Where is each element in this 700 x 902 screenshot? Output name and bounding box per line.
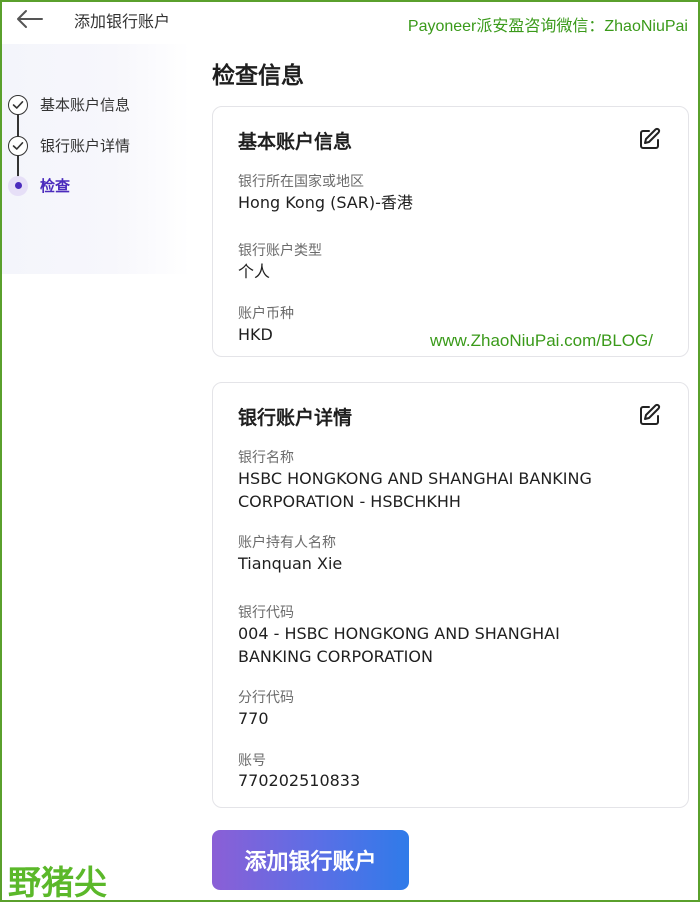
check-icon: [8, 94, 28, 115]
step-label: 基本账户信息: [40, 96, 131, 114]
field-label: 银行账户类型: [238, 243, 322, 259]
edit-bank-details-button[interactable]: [638, 403, 662, 427]
field-value: Tianquan Xie: [238, 554, 343, 573]
field-label: 银行代码: [238, 605, 294, 621]
field-label: 分行代码: [238, 690, 294, 706]
field-label: 银行名称: [238, 450, 294, 466]
step-label: 银行账户详情: [40, 137, 131, 155]
card-title: 基本账户信息: [238, 131, 353, 153]
field-value: 770202510833: [238, 771, 361, 790]
field-value: 770: [238, 709, 269, 728]
step-basic-info[interactable]: 基本账户信息: [8, 94, 130, 115]
field-label: 账号: [238, 753, 266, 769]
header-title: 添加银行账户: [74, 12, 171, 31]
arrow-left-icon: [17, 10, 43, 28]
page-title: 检查信息: [212, 63, 304, 89]
active-dot-icon: [8, 175, 28, 196]
edit-icon: [640, 403, 661, 425]
watermark-url: www.ZhaoNiuPai.com/BLOG/: [430, 331, 653, 350]
field-value: 004 - HSBC HONGKONG AND SHANGHAI BANKING…: [238, 624, 560, 666]
check-icon: [8, 135, 28, 156]
edit-icon: [640, 127, 661, 149]
field-label: 银行所在国家或地区: [238, 174, 364, 190]
step-label: 检查: [40, 177, 71, 195]
field-value: Hong Kong (SAR)-香港: [238, 193, 413, 212]
card-title: 银行账户详情: [238, 407, 353, 429]
add-bank-account-button[interactable]: 添加银行账户: [212, 830, 409, 890]
watermark-bottom: 野猪尖: [8, 863, 107, 902]
card-bank-details: 银行账户详情 银行名称 HSBC HONGKONG AND SHANGHAI B…: [212, 382, 689, 808]
back-button[interactable]: [12, 4, 46, 34]
card-basic-info: 基本账户信息 银行所在国家或地区 Hong Kong (SAR)-香港 银行账户…: [212, 106, 689, 357]
step-review[interactable]: 检查: [8, 175, 70, 196]
watermark-top: Payoneer派安盈咨询微信：ZhaoNiuPai: [407, 18, 688, 35]
field-label: 账户持有人名称: [238, 535, 336, 551]
field-label: 账户币种: [238, 306, 294, 322]
step-bank-details[interactable]: 银行账户详情: [8, 135, 130, 156]
field-value: HSBC HONGKONG AND SHANGHAI BANKING CORPO…: [238, 469, 592, 511]
edit-basic-info-button[interactable]: [638, 127, 662, 151]
field-value: 个人: [238, 262, 271, 281]
sidebar: [0, 44, 190, 274]
